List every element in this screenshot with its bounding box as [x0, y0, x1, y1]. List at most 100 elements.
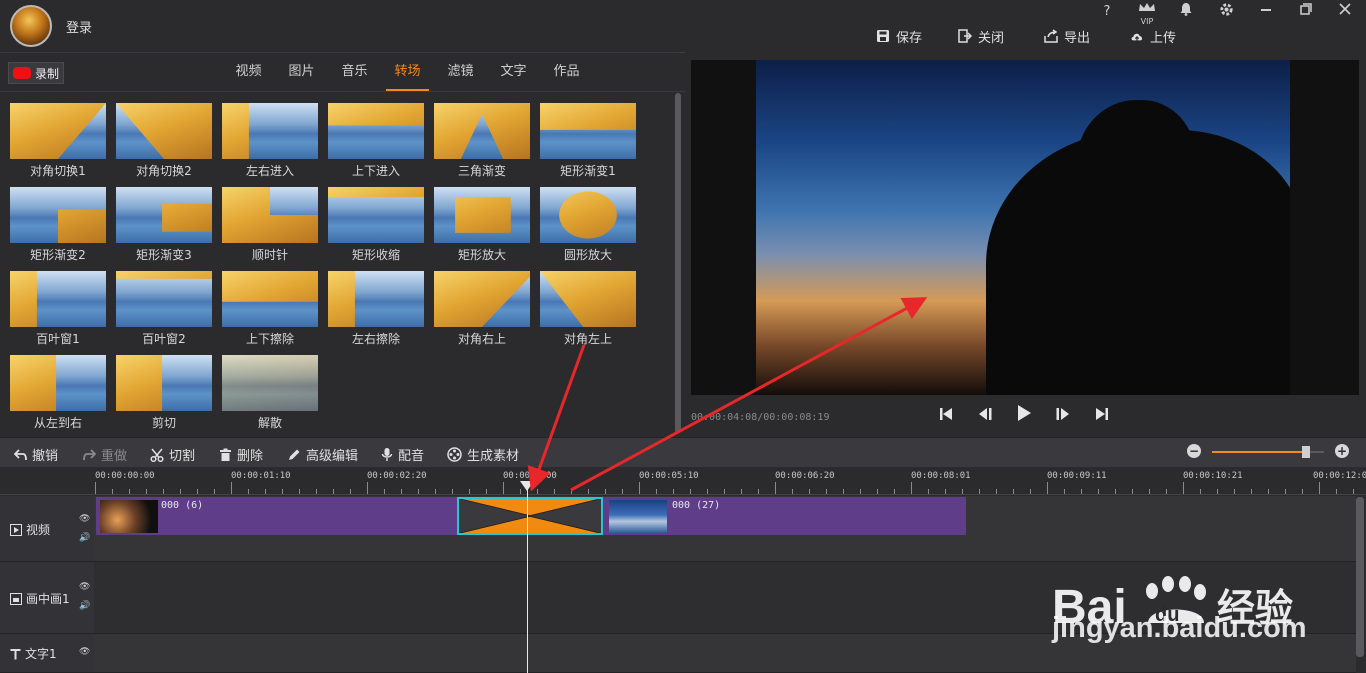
ruler-label: 00:00:01:10 — [231, 471, 291, 481]
video-clip[interactable]: 000 (6) — [96, 497, 457, 535]
transition-thumbnail — [222, 187, 318, 243]
transition-item[interactable]: 对角左上 — [540, 271, 636, 346]
cut-button[interactable]: 切割 — [150, 445, 195, 464]
playhead-line[interactable] — [527, 487, 528, 673]
help-icon[interactable]: ? — [1096, 2, 1118, 22]
transition-item[interactable]: 从左到右 — [10, 355, 106, 430]
timeline-scrollbar[interactable] — [1356, 497, 1364, 657]
delete-button[interactable]: 删除 — [219, 445, 263, 464]
close-project-button[interactable]: 关闭 — [958, 26, 1004, 46]
ruler-minor-tick — [537, 489, 538, 494]
transition-item[interactable]: 矩形放大 — [434, 187, 530, 262]
minimize-icon[interactable] — [1255, 2, 1277, 22]
tab-video[interactable]: 视频 — [222, 53, 275, 91]
play-icon[interactable] — [1011, 404, 1037, 430]
transition-item[interactable]: 左右擦除 — [328, 271, 424, 346]
ruler-minor-tick — [1081, 489, 1082, 494]
transition-item[interactable]: 百叶窗1 — [10, 271, 106, 346]
eye-icon[interactable]: 👁 — [79, 514, 90, 524]
transition-item[interactable]: 上下进入 — [328, 103, 424, 178]
transition-item[interactable]: 上下擦除 — [222, 271, 318, 346]
media-library-panel: 录制 视频 图片 音乐 转场 滤镜 文字 作品 对角切换1 对角切换2 左右进入 上下… — [0, 52, 685, 435]
clip-label: 000 (27) — [672, 500, 721, 511]
tab-filter[interactable]: 滤镜 — [434, 53, 487, 91]
record-button[interactable]: 录制 — [8, 62, 64, 84]
transition-item[interactable]: 三角渐变 — [434, 103, 530, 178]
transition-item[interactable]: 百叶窗2 — [116, 271, 212, 346]
preview-timecode: 00:00:04:08/00:00:08:19 — [691, 412, 830, 423]
preview-player[interactable] — [691, 60, 1359, 395]
tab-transition[interactable]: 转场 — [381, 53, 434, 91]
library-scrollbar[interactable] — [675, 93, 681, 433]
tab-music[interactable]: 音乐 — [328, 53, 381, 91]
transition-item[interactable]: 矩形渐变3 — [116, 187, 212, 262]
zoom-in-icon[interactable]: + — [1335, 444, 1349, 458]
tab-image[interactable]: 图片 — [275, 53, 328, 91]
export-button[interactable]: 导出 — [1044, 26, 1090, 46]
speaker-icon[interactable]: 🔊 — [79, 601, 90, 611]
zoom-slider-handle[interactable] — [1302, 446, 1310, 458]
login-link[interactable]: 登录 — [66, 17, 92, 36]
dub-button[interactable]: 配音 — [381, 445, 424, 464]
clip-thumbnail — [100, 500, 158, 533]
transition-item[interactable]: 顺时针 — [222, 187, 318, 262]
notification-bell-icon[interactable] — [1175, 2, 1197, 22]
vip-icon[interactable]: VIP — [1136, 2, 1158, 26]
ruler-minor-tick — [962, 489, 963, 494]
advanced-edit-button[interactable]: 高级编辑 — [287, 445, 358, 464]
ruler-minor-tick — [401, 489, 402, 494]
tab-text[interactable]: 文字 — [487, 53, 540, 91]
transition-label: 三角渐变 — [457, 164, 506, 178]
speaker-icon[interactable]: 🔊 — [79, 533, 90, 543]
tab-divider — [0, 91, 685, 92]
transition-item[interactable]: 矩形渐变2 — [10, 187, 106, 262]
transition-label: 解散 — [257, 416, 282, 430]
undo-button[interactable]: 撤销 — [14, 445, 58, 464]
transition-item[interactable]: 矩形渐变1 — [540, 103, 636, 178]
video-clip[interactable]: 000 (27) — [603, 497, 966, 535]
ruler-minor-tick — [1030, 489, 1031, 494]
ruler-minor-tick — [1200, 489, 1201, 494]
app-logo — [10, 5, 52, 47]
ruler-minor-tick — [996, 489, 997, 494]
delete-label: 删除 — [237, 449, 264, 464]
eye-icon[interactable]: 👁 — [79, 582, 90, 592]
crown-icon — [1139, 3, 1155, 11]
generate-material-button[interactable]: 生成素材 — [447, 445, 519, 464]
ruler-major-tick — [911, 482, 912, 494]
upload-button[interactable]: 上传 — [1130, 26, 1176, 46]
tab-works[interactable]: 作品 — [540, 53, 593, 91]
redo-button[interactable]: 重做 — [83, 445, 127, 464]
transition-item[interactable]: 左右进入 — [222, 103, 318, 178]
transition-item[interactable]: 对角切换1 — [10, 103, 106, 178]
transition-label: 对角右上 — [457, 332, 506, 346]
transition-item[interactable]: 对角右上 — [434, 271, 530, 346]
restore-icon[interactable] — [1295, 2, 1317, 22]
zoom-out-icon[interactable]: − — [1187, 444, 1201, 458]
track-header-pip: 画中画1 👁 🔊 — [0, 562, 94, 634]
ruler-minor-tick — [707, 489, 708, 494]
track-header-video: 视频 👁 🔊 — [0, 496, 94, 562]
save-button[interactable]: 保存 — [876, 26, 922, 46]
transition-item[interactable]: 矩形收缩 — [328, 187, 424, 262]
save-icon — [877, 30, 889, 42]
transition-item[interactable]: 剪切 — [116, 355, 212, 430]
transition-item[interactable]: 解散 — [222, 355, 318, 430]
settings-gear-icon[interactable] — [1215, 2, 1237, 22]
previous-frame-icon[interactable] — [972, 404, 998, 430]
skip-to-end-icon[interactable] — [1089, 404, 1115, 430]
transition-block[interactable] — [457, 497, 603, 535]
transition-item[interactable]: 对角切换2 — [116, 103, 212, 178]
ruler-minor-tick — [452, 489, 453, 494]
timeline-ruler[interactable]: 00:00:00:00 00:00:01:10 00:00:02:20 00:00:0… — [94, 467, 1366, 495]
dub-label: 配音 — [398, 449, 425, 464]
eye-icon[interactable]: 👁 — [79, 647, 90, 657]
ruler-minor-tick — [673, 489, 674, 494]
close-window-icon[interactable] — [1334, 2, 1356, 22]
transition-item[interactable]: 圆形放大 — [540, 187, 636, 262]
timeline-toolbar: 撤销 重做 切割 删除 高级编辑 配音 生成素材 — [0, 437, 1366, 467]
next-frame-icon[interactable] — [1050, 404, 1076, 430]
transition-hourglass-icon — [458, 498, 602, 534]
skip-to-start-icon[interactable] — [933, 404, 959, 430]
library-tabs: 视频 图片 音乐 转场 滤镜 文字 作品 — [222, 53, 593, 91]
